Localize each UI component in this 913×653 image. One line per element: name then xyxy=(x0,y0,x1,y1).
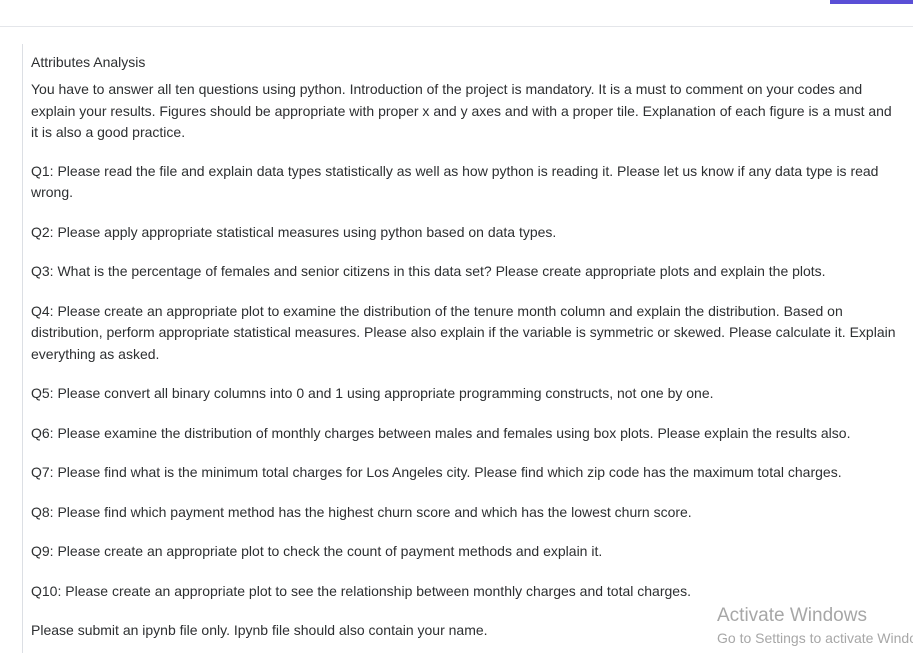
assignment-description: Attributes Analysis You have to answer a… xyxy=(31,52,899,642)
question-1: Q1: Please read the file and explain dat… xyxy=(31,162,879,201)
question-3: Q3: What is the percentage of females an… xyxy=(31,263,826,279)
top-bar xyxy=(0,0,913,27)
question-6: Q6: Please examine the distribution of m… xyxy=(31,424,851,441)
assignment-title: Attributes Analysis xyxy=(31,54,146,70)
content-left-border xyxy=(22,44,23,653)
question-7: Q7: Please find what is the minimum tota… xyxy=(31,464,842,480)
question-5: Q5: Please convert all binary columns in… xyxy=(31,385,714,401)
question-10: Q10: Please create an appropriate plot t… xyxy=(31,582,691,599)
submission-note: Please submit an ipynb file only. Ipynb … xyxy=(31,622,488,638)
assignment-intro: You have to answer all ten questions usi… xyxy=(31,81,892,140)
question-4: Q4: Please create an appropriate plot to… xyxy=(31,302,896,362)
question-9: Q9: Please create an appropriate plot to… xyxy=(31,543,603,559)
question-8: Q8: Please find which payment method has… xyxy=(31,503,692,520)
question-2: Q2: Please apply appropriate statistical… xyxy=(31,223,557,240)
top-accent-button-edge[interactable] xyxy=(830,0,913,4)
